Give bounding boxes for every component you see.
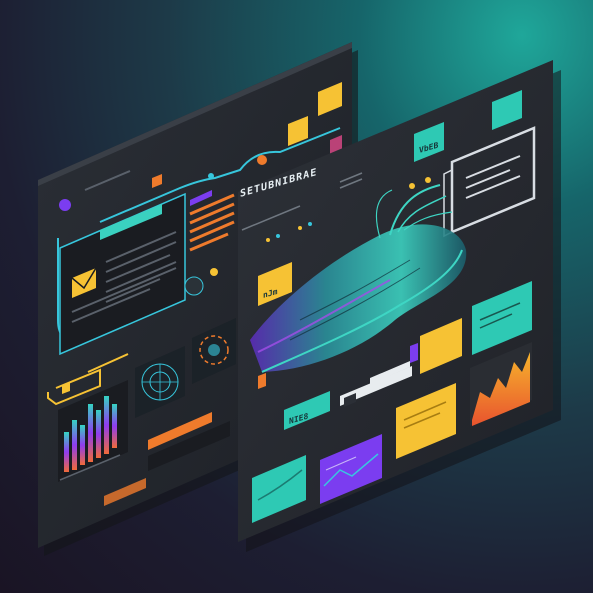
app-logo-icon (59, 199, 71, 211)
ui-mockup-scene (38, 42, 561, 556)
